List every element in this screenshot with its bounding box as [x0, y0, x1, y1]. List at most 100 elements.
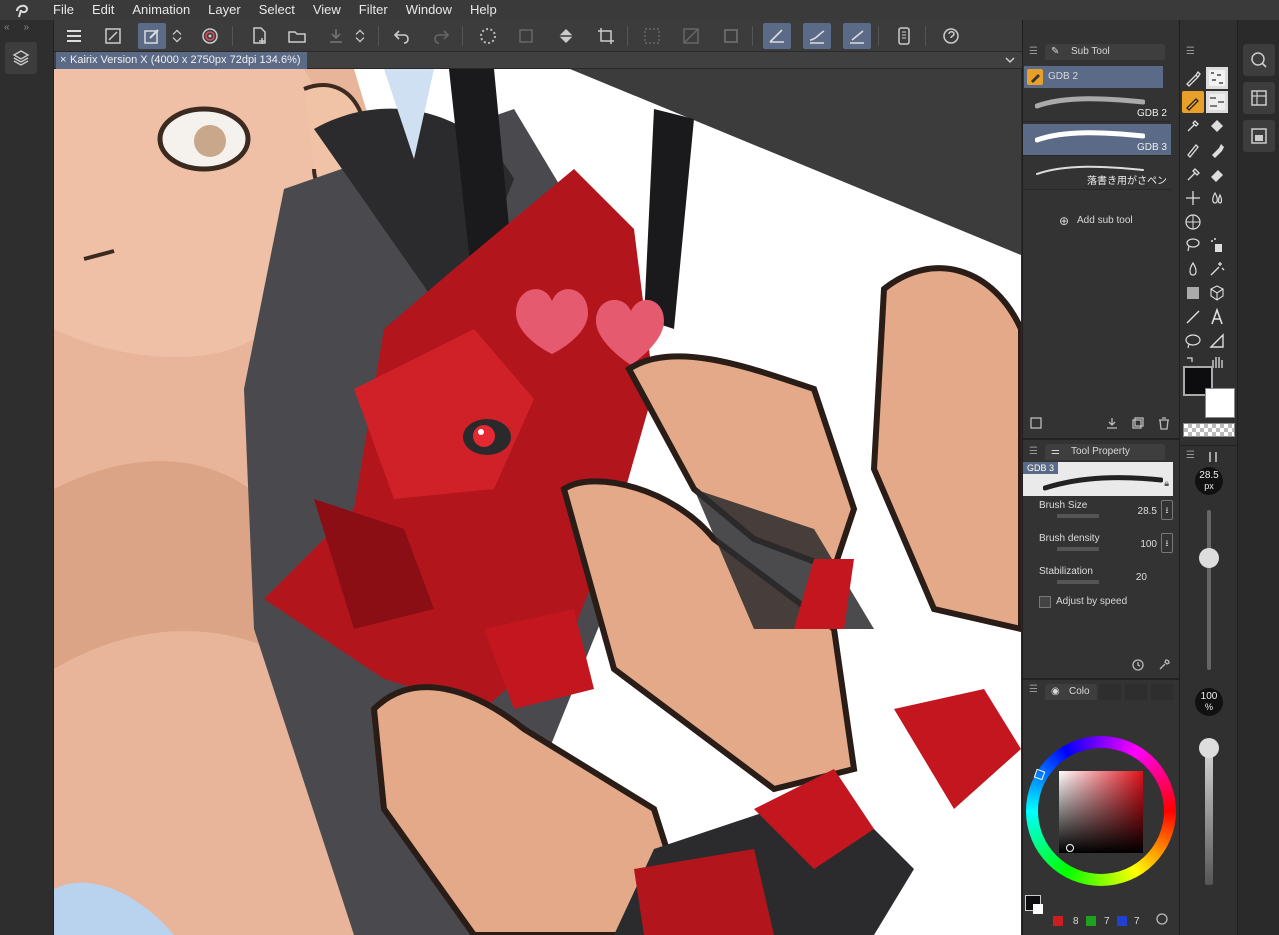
selected-pen-tool-icon[interactable]	[1182, 91, 1204, 113]
blend-drops-icon[interactable]	[1206, 187, 1228, 209]
opacity-knob[interactable]	[1199, 738, 1219, 758]
airbrush-icon[interactable]	[1182, 163, 1204, 185]
brush-item[interactable]: 落書き用がさペン	[1023, 158, 1171, 190]
brush-size-tab-icon[interactable]	[1206, 450, 1220, 467]
sparkle-icon[interactable]	[1182, 187, 1204, 209]
loading-spinner-icon[interactable]	[474, 23, 502, 49]
app-logo-icon[interactable]	[0, 0, 44, 20]
edit-mode-icon[interactable]	[138, 23, 166, 49]
duplicate-icon[interactable]	[1131, 416, 1145, 433]
frame-border-icon[interactable]	[1206, 330, 1228, 352]
menu-help[interactable]: Help	[461, 0, 506, 20]
sub-color-swatch-small[interactable]	[1033, 904, 1043, 914]
help-icon[interactable]	[937, 23, 965, 49]
stabilization-bar[interactable]	[1057, 580, 1099, 584]
collapse-arrows-icon[interactable]: « »	[4, 22, 50, 36]
drawing-canvas[interactable]	[54, 69, 1021, 935]
stabilization-property[interactable]: Stabilization 20	[1033, 566, 1173, 596]
3d-cube-icon[interactable]	[1206, 282, 1228, 304]
opacity-track[interactable]	[1205, 740, 1213, 885]
import-icon[interactable]	[1105, 416, 1119, 433]
marker-icon[interactable]	[1206, 139, 1228, 161]
checkbox-box[interactable]	[1039, 596, 1051, 608]
balloon-icon[interactable]	[1182, 330, 1204, 352]
spiral-icon[interactable]	[196, 23, 224, 49]
line-icon[interactable]	[1182, 306, 1204, 328]
color-mode-icon[interactable]	[1155, 912, 1169, 929]
panel-menu-icon[interactable]: ☰	[1029, 684, 1038, 695]
stabilization-value[interactable]: 20	[1136, 572, 1147, 583]
magic-wand-icon[interactable]	[1206, 258, 1228, 280]
adjust-by-speed-checkbox[interactable]: Adjust by speed	[1039, 596, 1169, 610]
panel-menu-icon[interactable]: ☰	[1029, 46, 1038, 57]
add-subtool-button[interactable]: ⊕ Add sub tool	[1059, 214, 1169, 228]
new-file-icon[interactable]	[245, 23, 273, 49]
menu-view[interactable]: View	[304, 0, 350, 20]
grid-ruler-icon[interactable]	[1182, 211, 1204, 233]
spray-icon[interactable]	[1206, 234, 1228, 256]
fill-bucket-icon[interactable]	[1206, 115, 1228, 137]
undo-icon[interactable]	[388, 23, 416, 49]
brush-density-property[interactable]: Brush density 100 ⭳	[1033, 533, 1173, 563]
material-icon[interactable]	[1243, 82, 1275, 114]
color-picker-handle[interactable]	[1066, 844, 1074, 852]
menu-file[interactable]: File	[44, 0, 83, 20]
layers-icon[interactable]	[5, 42, 37, 74]
panel-menu-icon[interactable]: ☰	[1186, 46, 1195, 57]
menu-edit[interactable]: Edit	[83, 0, 123, 20]
lock-icon[interactable]: 🔒︎	[1164, 478, 1169, 489]
invert-selection-icon[interactable]	[677, 23, 705, 49]
eyedropper-icon[interactable]	[1182, 115, 1204, 137]
ruler-snap-icon[interactable]	[763, 23, 791, 49]
selection-border-icon[interactable]	[717, 23, 745, 49]
brush-item[interactable]: GDB 2	[1023, 90, 1171, 122]
brush-size-property[interactable]: Brush Size 28.5 ⭳	[1033, 500, 1173, 530]
menu-select[interactable]: Select	[250, 0, 304, 20]
clear-selection-icon[interactable]	[638, 23, 666, 49]
navigator-icon[interactable]	[1243, 44, 1275, 76]
menu-layer[interactable]: Layer	[199, 0, 250, 20]
stipple-pattern-icon[interactable]	[1206, 67, 1228, 89]
color-wheel-tab[interactable]: ◉ Colo	[1045, 684, 1097, 700]
subtool-group-header[interactable]: GDB 2	[1024, 66, 1163, 88]
download-icon[interactable]: ⭳	[1161, 533, 1173, 553]
menu-window[interactable]: Window	[397, 0, 461, 20]
tool-property-tab[interactable]: ⚌ Tool Property	[1045, 444, 1165, 460]
chevron-updown-icon[interactable]	[169, 23, 185, 49]
transparent-color-swatch[interactable]	[1183, 423, 1235, 437]
brush-size-bar[interactable]	[1057, 514, 1099, 518]
canvas-tab[interactable]: × Kairix Version X (4000 x 2750px 72dpi …	[56, 52, 307, 69]
chevron-down-icon[interactable]	[1004, 54, 1016, 69]
color-history-tab[interactable]	[1151, 684, 1173, 700]
reset-icon[interactable]	[1131, 658, 1145, 675]
panel-collapse-arrows-icon[interactable]	[1025, 22, 1175, 36]
panel-menu-icon[interactable]: ☰	[1029, 446, 1038, 457]
redo-icon[interactable]	[427, 23, 455, 49]
saturation-value-square[interactable]	[1059, 771, 1143, 853]
brush-size-track[interactable]	[1207, 510, 1211, 670]
text-icon[interactable]	[1206, 306, 1228, 328]
transform-icon[interactable]	[512, 23, 540, 49]
expand-canvas-icon[interactable]	[99, 23, 127, 49]
menu-animation[interactable]: Animation	[123, 0, 199, 20]
menu-filter[interactable]: Filter	[350, 0, 397, 20]
pen-icon[interactable]	[1182, 67, 1204, 89]
open-folder-icon[interactable]	[283, 23, 311, 49]
layer-property-icon[interactable]	[1243, 120, 1275, 152]
color-slider-tab[interactable]	[1099, 684, 1121, 700]
brush-density-value[interactable]: 100	[1140, 539, 1157, 550]
brush-density-bar[interactable]	[1057, 547, 1099, 551]
brush-icon[interactable]	[1182, 139, 1204, 161]
panel-menu-icon[interactable]: ☰	[1186, 450, 1195, 461]
water-drop-icon[interactable]	[1182, 258, 1204, 280]
grid-snap-icon[interactable]	[843, 23, 871, 49]
sub-color-swatch[interactable]	[1205, 388, 1235, 418]
hue-handle[interactable]	[1033, 768, 1046, 781]
lasso-icon[interactable]	[1182, 234, 1204, 256]
brush-item[interactable]: GDB 3	[1023, 124, 1171, 156]
wrench-icon[interactable]	[1157, 658, 1171, 675]
texture-pattern-icon[interactable]	[1206, 91, 1228, 113]
download-icon[interactable]: ⭳	[1161, 500, 1173, 520]
trash-icon[interactable]	[1157, 416, 1171, 433]
eraser-icon[interactable]	[1206, 163, 1228, 185]
